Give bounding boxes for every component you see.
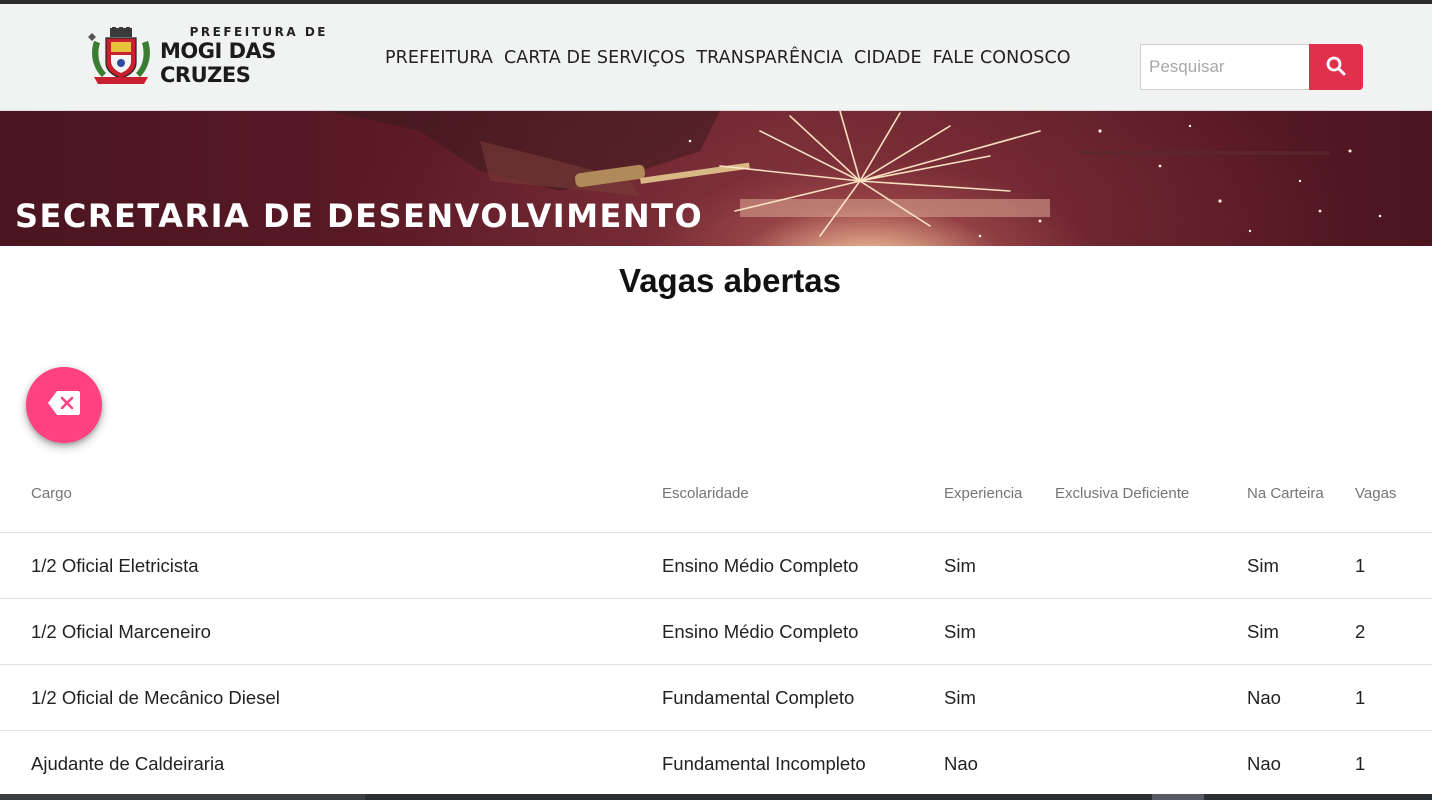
clear-filters-button[interactable] <box>26 367 102 443</box>
table-row[interactable]: 1/2 Oficial Marceneiro Ensino Médio Comp… <box>0 599 1432 665</box>
cell-vagas: 1 <box>1355 753 1366 774</box>
header-escolaridade[interactable]: Escolaridade <box>662 485 749 502</box>
header-exclusiva-deficiente[interactable]: Exclusiva Deficiente <box>1055 485 1189 502</box>
table-row[interactable]: 1/2 Oficial de Mecânico Diesel Fundament… <box>0 665 1432 731</box>
nav-transparencia[interactable]: TRANSPARÊNCIA <box>696 48 843 68</box>
taskbar-segment <box>1152 794 1204 800</box>
cell-carteira: Nao <box>1247 687 1281 708</box>
page-title: Vagas abertas <box>619 262 841 299</box>
header-experiencia[interactable]: Experiencia <box>944 485 1022 502</box>
banner-title: SECRETARIA DE DESENVOLVIMENTO <box>15 197 704 235</box>
nav-fale-conosco[interactable]: FALE CONOSCO <box>933 48 1071 68</box>
cell-vagas: 1 <box>1355 555 1366 576</box>
table-row[interactable]: 1/2 Oficial Eletricista Ensino Médio Com… <box>0 533 1432 599</box>
logo-prefeitura-de: PREFEITURA DE <box>189 25 328 39</box>
search-input[interactable] <box>1140 44 1310 90</box>
taskbar-strip <box>0 794 1432 800</box>
header-na-carteira[interactable]: Na Carteira <box>1247 485 1324 502</box>
site-logo[interactable]: PREFEITURA DE MOGI DAS CRUZES <box>88 25 368 87</box>
cell-experiencia: Sim <box>944 621 976 642</box>
cell-experiencia: Sim <box>944 555 976 576</box>
search-button[interactable] <box>1309 44 1363 90</box>
cell-cargo: Ajudante de Caldeiraria <box>31 753 225 774</box>
vacancies-table: Cargo Escolaridade Experiencia Exclusiva… <box>0 470 1432 797</box>
table-row[interactable]: Ajudante de Caldeiraria Fundamental Inco… <box>0 731 1432 797</box>
site-header: PREFEITURA DE MOGI DAS CRUZES PREFEITURA… <box>0 4 1432 111</box>
header-vagas[interactable]: Vagas <box>1355 485 1396 502</box>
city-crest-icon <box>88 27 154 85</box>
search-icon <box>1326 56 1346 79</box>
cell-carteira: Nao <box>1247 753 1281 774</box>
cell-cargo: 1/2 Oficial Marceneiro <box>31 621 211 642</box>
header-cargo[interactable]: Cargo <box>31 485 72 502</box>
cell-escolaridade: Ensino Médio Completo <box>662 555 859 576</box>
cell-cargo: 1/2 Oficial de Mecânico Diesel <box>31 687 280 708</box>
nav-cidade[interactable]: CIDADE <box>854 48 922 68</box>
cell-cargo: 1/2 Oficial Eletricista <box>31 555 199 576</box>
cell-experiencia: Sim <box>944 687 976 708</box>
cell-escolaridade: Fundamental Completo <box>662 687 855 708</box>
logo-city-name: MOGI DAS CRUZES <box>160 39 276 87</box>
cell-carteira: Sim <box>1247 621 1279 642</box>
cell-vagas: 1 <box>1355 687 1366 708</box>
cell-carteira: Sim <box>1247 555 1279 576</box>
cell-vagas: 2 <box>1355 621 1366 642</box>
nav-prefeitura[interactable]: PREFEITURA <box>385 48 493 68</box>
backspace-icon <box>47 390 81 421</box>
nav-carta-de-servicos[interactable]: CARTA DE SERVIÇOS <box>504 48 685 68</box>
cell-escolaridade: Fundamental Incompleto <box>662 753 866 774</box>
table-header-row: Cargo Escolaridade Experiencia Exclusiva… <box>0 470 1432 533</box>
cell-experiencia: Nao <box>944 753 978 774</box>
main-nav: PREFEITURA CARTA DE SERVIÇOS TRANSPARÊNC… <box>385 48 1071 68</box>
cell-escolaridade: Ensino Médio Completo <box>662 621 859 642</box>
hero-banner: SECRETARIA DE DESENVOLVIMENTO <box>0 111 1432 246</box>
taskbar-segment <box>0 794 365 800</box>
